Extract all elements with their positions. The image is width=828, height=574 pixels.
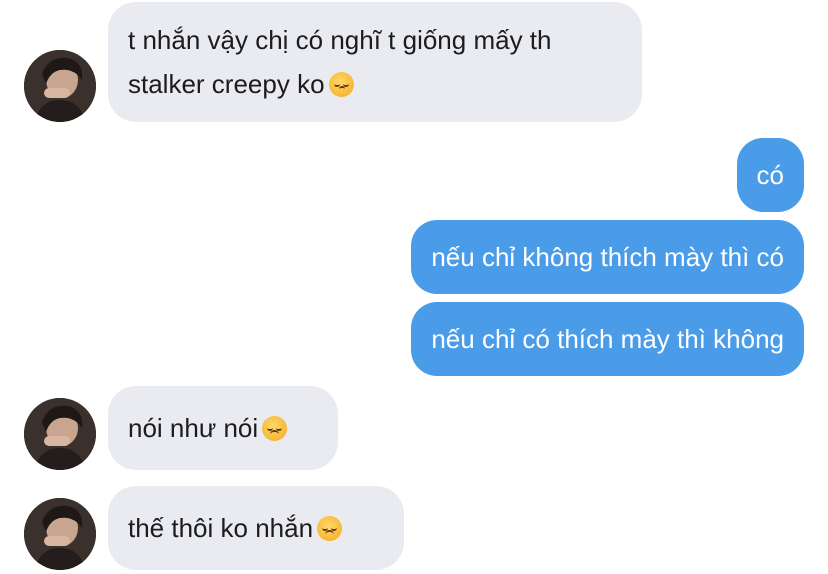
message-text: thế thôi ko nhắn	[128, 513, 314, 543]
message-bubble-outgoing[interactable]: nếu chỉ không thích mày thì có	[411, 220, 804, 294]
disappointed-face-emoji-icon	[262, 416, 288, 441]
message-text: có	[756, 160, 784, 190]
message-bubble-outgoing[interactable]: có	[736, 138, 804, 212]
contact-avatar[interactable]	[24, 498, 96, 570]
contact-avatar[interactable]	[24, 398, 96, 470]
message-text: nói như nói	[128, 413, 259, 443]
message-bubble-outgoing[interactable]: nếu chỉ có thích mày thì không	[411, 302, 804, 376]
message-bubble-incoming[interactable]: thế thôi ko nhắn	[108, 486, 404, 570]
message-text: nếu chỉ không thích mày thì có	[431, 242, 784, 272]
message-bubble-incoming[interactable]: t nhắn vậy chị có nghĩ t giống mấy th st…	[108, 2, 642, 122]
disappointed-face-emoji-icon	[317, 516, 343, 541]
message-text: nếu chỉ có thích mày thì không	[431, 324, 784, 354]
message-text-line: t nhắn vậy chị có nghĩ t giống mấy th	[128, 25, 552, 55]
message-bubble-incoming[interactable]: nói như nói	[108, 386, 338, 470]
avatar-photo-icon	[24, 498, 96, 570]
avatar-photo-icon	[24, 50, 96, 122]
contact-avatar[interactable]	[24, 50, 96, 122]
avatar-photo-icon	[24, 398, 96, 470]
pensive-face-emoji-icon	[328, 72, 354, 97]
message-text-line: stalker creepy ko	[128, 62, 622, 106]
